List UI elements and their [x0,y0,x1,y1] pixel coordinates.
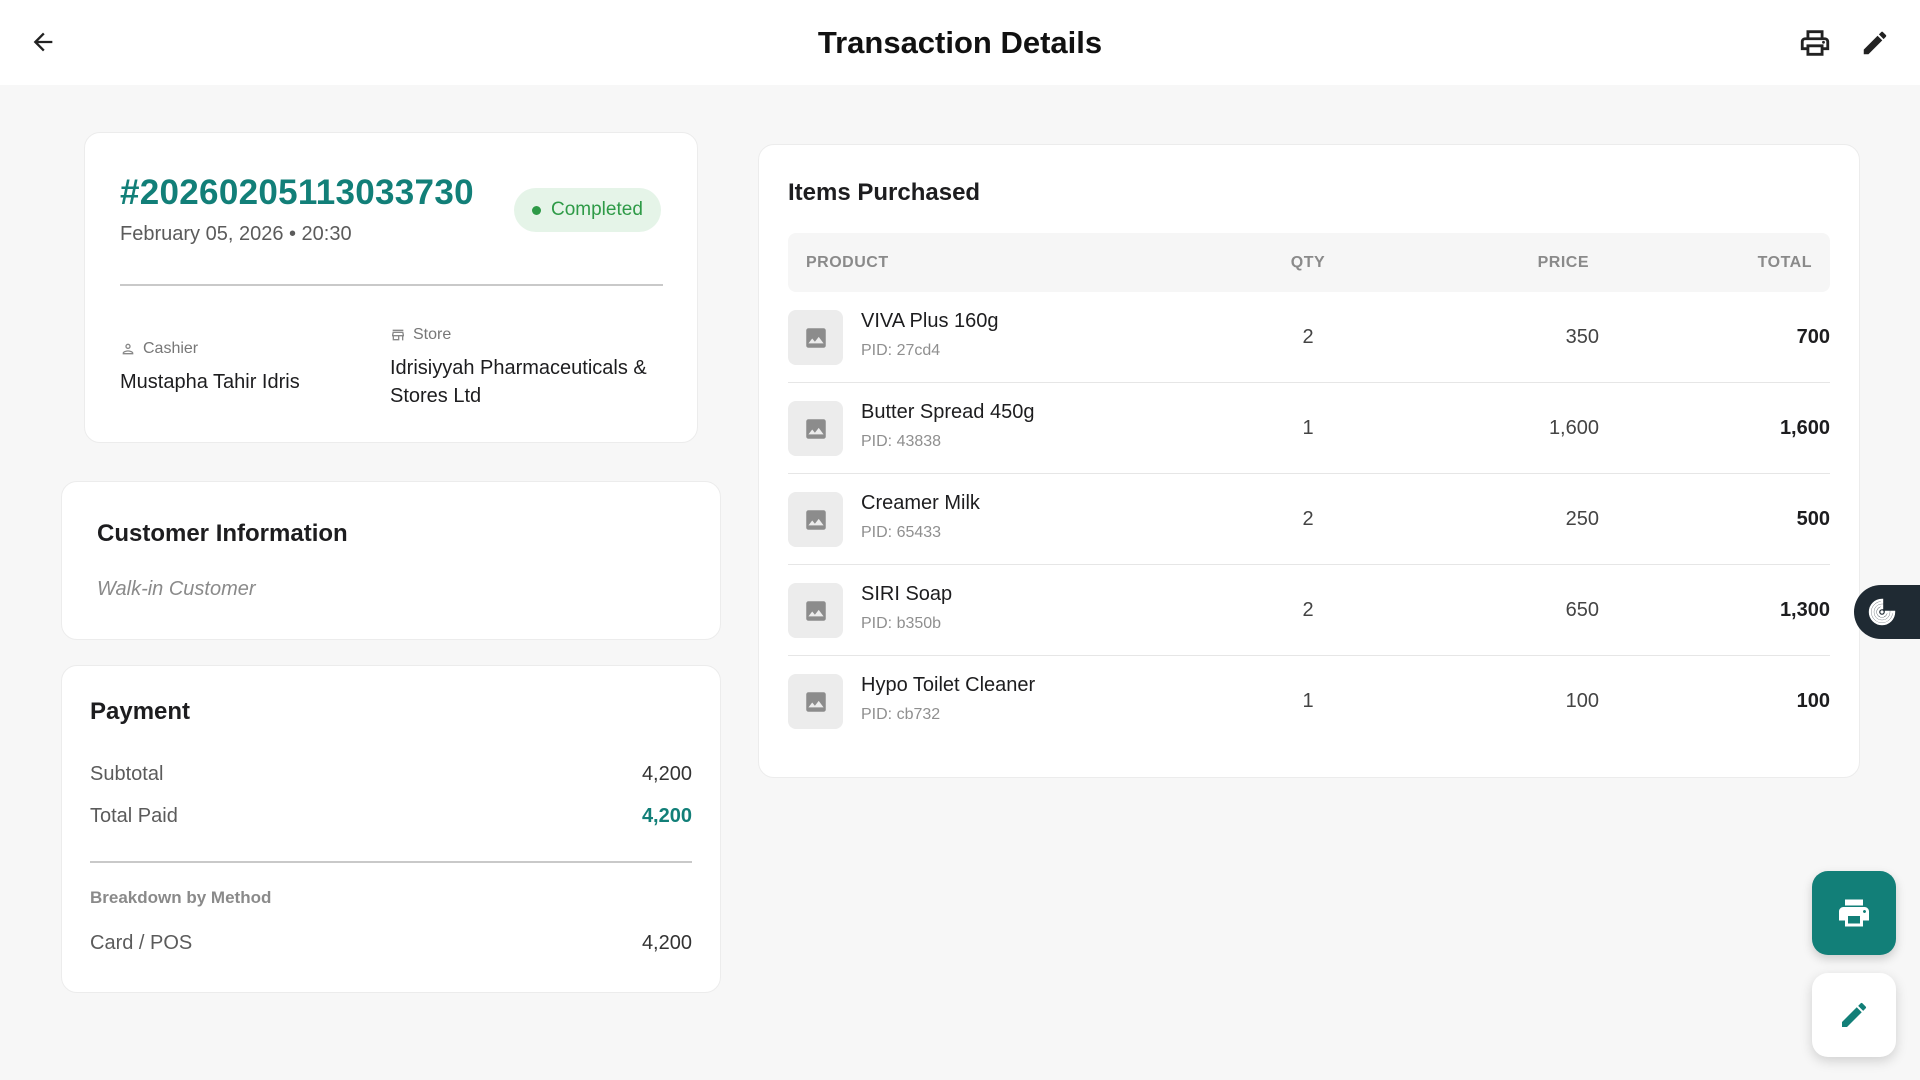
pencil-icon [1863,31,1887,55]
person-icon [122,343,134,355]
store-name: Idrisiyyah Pharmaceuticals & Stores Ltd [390,357,647,407]
top-app-bar: Transaction Details [0,0,1920,85]
subtotal-label: Subtotal [90,763,164,785]
store-icon [392,329,404,341]
table-row[interactable]: Hypo Toilet Cleaner PID: cb732 1 100 100 [788,656,1830,747]
transaction-date: February 05, 2026 • 20:30 [120,223,352,245]
product-image-placeholder [788,583,843,638]
product-qty: 2 [1302,508,1314,530]
image-icon [805,600,826,621]
image-icon [805,327,826,348]
table-row[interactable]: VIVA Plus 160g PID: 27cd4 2 350 700 [788,292,1830,383]
print-button[interactable] [1792,20,1838,66]
product-name: Butter Spread 450g [861,401,1035,423]
product-qty: 1 [1302,690,1314,712]
image-icon [805,509,826,530]
table-row[interactable]: Creamer Milk PID: 65433 2 250 500 [788,474,1830,565]
product-price: 1,600 [1548,417,1599,439]
product-id: PID: cb732 [861,706,941,723]
customer-information-card: Customer Information Walk-in Customer [61,481,721,640]
product-id: PID: 43838 [861,433,942,450]
product-name: SIRI Soap [861,583,953,605]
product-name: VIVA Plus 160g [861,310,999,332]
items-section-title: Items Purchased [788,179,981,206]
cashier-label: Cashier [143,340,199,357]
product-name: Creamer Milk [861,492,980,514]
product-total: 1,300 [1779,599,1830,621]
column-header-product: PRODUCT [806,254,889,271]
divider [90,861,692,863]
product-total: 700 [1796,326,1830,348]
product-total: 100 [1796,690,1830,712]
payment-method-label: Card / POS [90,932,193,954]
table-header: PRODUCT QTY PRICE TOTAL [788,233,1830,292]
payment-method-row: Card / POS 4,200 [90,932,692,955]
image-icon [805,418,826,439]
store-block: Store Idrisiyyah Pharmaceuticals & Store… [390,326,670,410]
divider [120,284,663,286]
product-id: PID: b350b [861,615,942,632]
column-header-qty: QTY [1290,254,1326,271]
printer-icon [1800,30,1830,56]
product-total: 500 [1796,508,1830,530]
edit-fab-button[interactable] [1812,973,1896,1057]
product-qty: 2 [1302,599,1314,621]
status-badge: Completed [514,188,661,232]
store-label: Store [413,326,452,343]
transaction-id: #20260205113033730 [120,173,474,212]
product-total: 1,600 [1779,417,1830,439]
image-icon [805,691,826,712]
product-price: 650 [1565,599,1599,621]
table-row[interactable]: SIRI Soap PID: b350b 2 650 1,300 [788,565,1830,656]
product-price: 100 [1565,690,1599,712]
edit-button[interactable] [1852,20,1898,66]
assistant-side-tab[interactable] [1854,585,1920,639]
printer-icon [1839,899,1869,927]
breakdown-label: Breakdown by Method [90,888,272,907]
product-qty: 1 [1302,417,1314,439]
product-qty: 2 [1302,326,1314,348]
total-paid-label: Total Paid [90,805,178,827]
payment-card: Payment Subtotal 4,200 Total Paid 4,200 … [61,665,721,993]
product-id: PID: 65433 [861,524,942,541]
payment-section-title: Payment [90,698,191,725]
items-purchased-card: Items Purchased PRODUCT QTY PRICE TOTAL … [758,144,1860,778]
product-image-placeholder [788,492,843,547]
status-text: Completed [551,199,643,220]
product-name: Hypo Toilet Cleaner [861,674,1036,696]
table-row[interactable]: Butter Spread 450g PID: 43838 1 1,600 1,… [788,383,1830,474]
product-price: 350 [1565,326,1599,348]
customer-name: Walk-in Customer [97,578,256,600]
total-paid-row: Total Paid 4,200 [90,805,692,828]
product-image-placeholder [788,310,843,365]
product-image-placeholder [788,401,843,456]
target-icon [1868,598,1896,626]
subtotal-row: Subtotal 4,200 [90,763,692,786]
column-header-price: PRICE [1537,254,1589,271]
subtotal-value: 4,200 [641,763,692,785]
column-header-total: TOTAL [1757,254,1812,271]
status-dot-icon [532,205,541,215]
total-paid-value: 4,200 [641,805,692,827]
product-image-placeholder [788,674,843,729]
page-title: Transaction Details [817,25,1103,60]
product-price: 250 [1565,508,1599,530]
payment-method-amount: 4,200 [641,932,692,954]
pencil-icon [1842,1002,1867,1027]
product-id: PID: 27cd4 [861,342,941,359]
print-fab-button[interactable] [1812,871,1896,955]
cashier-block: Cashier Mustapha Tahir Idris [120,340,300,396]
customer-section-title: Customer Information [97,520,348,547]
transaction-summary-card: #20260205113033730 February 05, 2026 • 2… [84,132,698,443]
cashier-name: Mustapha Tahir Idris [120,371,300,393]
